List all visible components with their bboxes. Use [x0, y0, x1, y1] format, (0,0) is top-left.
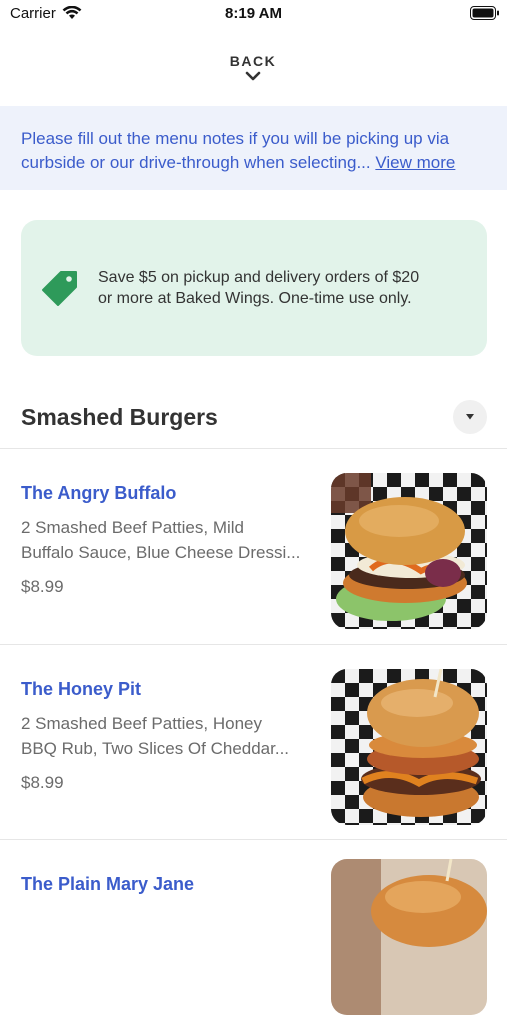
promo-card: Save $5 on pickup and delivery orders of… [21, 220, 487, 356]
item-photo-honey-pit [331, 669, 487, 825]
battery-icon [470, 6, 499, 20]
item-description: 2 Smashed Beef Patties, Honey BBQ Rub, T… [21, 711, 311, 761]
menu-item-the-angry-buffalo[interactable]: The Angry Buffalo 2 Smashed Beef Patties… [0, 449, 507, 644]
section-header: Smashed Burgers [21, 400, 487, 438]
tag-icon [42, 271, 77, 306]
promo-text: Save $5 on pickup and delivery orders of… [98, 267, 473, 309]
item-description-line-1: 2 Smashed Beef Patties, Mild [21, 518, 245, 537]
back-button[interactable]: BACK [203, 50, 303, 92]
section-collapse-button[interactable] [453, 400, 487, 434]
item-photo-angry-buffalo [331, 473, 487, 629]
status-time: 8:19 AM [225, 5, 282, 22]
item-description-line-2: BBQ Rub, Two Slices Of Cheddar... [21, 739, 290, 758]
notice-line-1: Please fill out the menu notes if you wi… [21, 129, 450, 148]
menu-notes-notice: Please fill out the menu notes if you wi… [0, 106, 507, 190]
notice-text: Please fill out the menu notes if you wi… [21, 127, 491, 175]
item-description-line-2: Buffalo Sauce, Blue Cheese Dressi... [21, 543, 301, 562]
menu-item-the-plain-mary-jane[interactable]: The Plain Mary Jane [0, 840, 507, 1035]
chevron-down-icon [245, 71, 261, 81]
item-price: $8.99 [21, 773, 64, 792]
item-name: The Angry Buffalo [21, 483, 177, 503]
menu-item-the-honey-pit[interactable]: The Honey Pit 2 Smashed Beef Patties, Ho… [0, 645, 507, 840]
section-title: Smashed Burgers [21, 404, 218, 430]
item-description: 2 Smashed Beef Patties, Mild Buffalo Sau… [21, 515, 311, 565]
caret-down-icon [466, 414, 474, 420]
item-name: The Plain Mary Jane [21, 874, 195, 894]
notice-line-2-text: curbside or our drive-through when selec… [21, 153, 371, 172]
view-more-link[interactable]: View more [375, 153, 455, 172]
promo-line-1: Save $5 on pickup and delivery orders of… [98, 269, 420, 286]
status-bar: Carrier 8:19 AM [0, 0, 507, 28]
item-name: The Honey Pit [21, 679, 142, 699]
item-photo-plain-mary-jane [331, 859, 487, 1015]
promo-line-2: or more at Baked Wings. One-time use onl… [98, 290, 412, 307]
item-description-line-1: 2 Smashed Beef Patties, Honey [21, 714, 262, 733]
item-price: $8.99 [21, 577, 64, 596]
notice-line-2: curbside or our drive-through when selec… [21, 151, 491, 175]
back-label: BACK [229, 53, 277, 69]
